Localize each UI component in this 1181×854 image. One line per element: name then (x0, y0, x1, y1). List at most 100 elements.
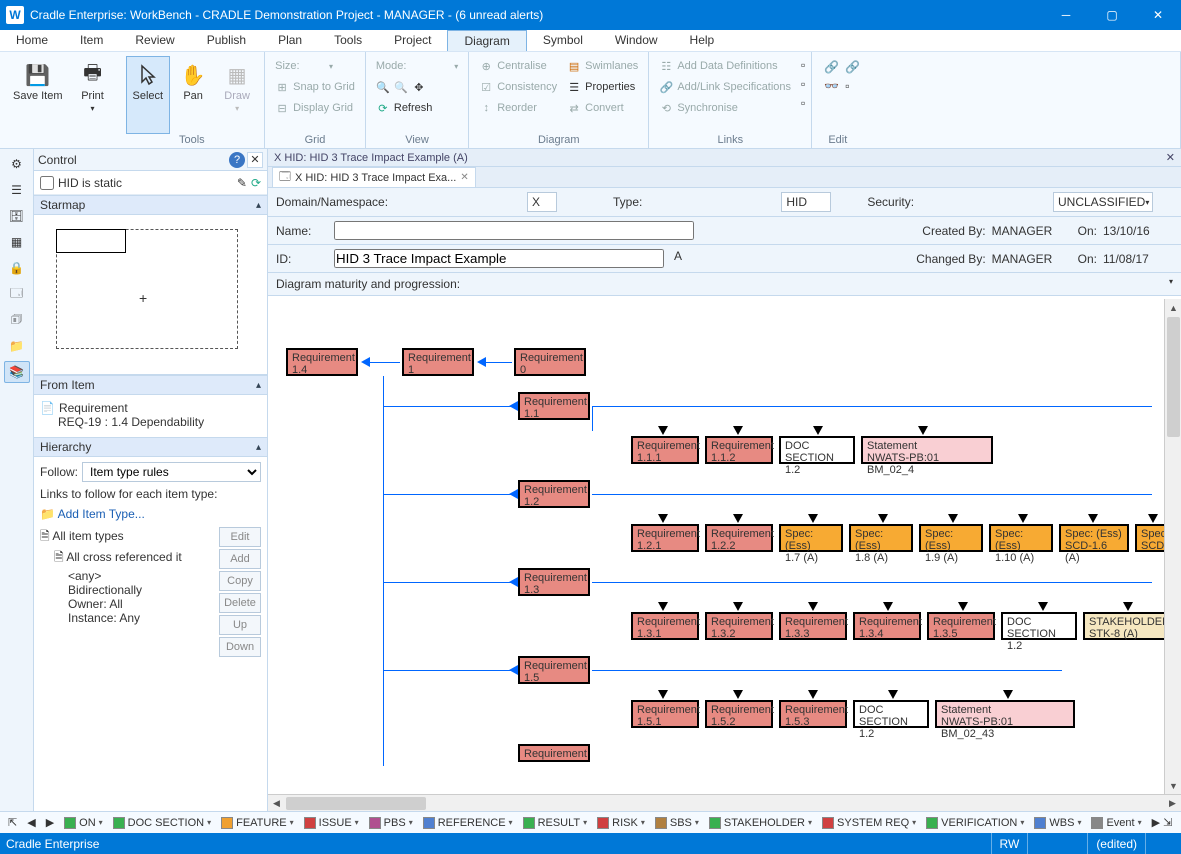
starmap-viewport[interactable] (56, 229, 126, 253)
diagram-node[interactable]: DOC SECTION1.2 (853, 700, 929, 728)
minimize-button[interactable]: ─ (1043, 0, 1089, 30)
centralise-button[interactable]: ⊕Centralise (475, 56, 561, 76)
copy-button[interactable]: Copy (219, 571, 261, 591)
grid-view-icon[interactable]: ▦ (4, 231, 30, 253)
add-data-button[interactable]: ☷Add Data Definitions (655, 56, 795, 76)
binoculars-icon[interactable]: 👓 (824, 79, 839, 93)
diagram-node[interactable]: Requirement1.3.4 (853, 612, 921, 640)
diagram-node[interactable]: Requirement1.3 (518, 568, 590, 596)
name-field[interactable] (334, 221, 694, 240)
menu-review[interactable]: Review (119, 30, 190, 51)
id-field[interactable] (334, 249, 664, 268)
menu-help[interactable]: Help (674, 30, 731, 51)
diagram-node[interactable]: DOC SECTION1.2 (779, 436, 855, 464)
help-icon[interactable]: ? (229, 152, 245, 168)
maturity-chevron-icon[interactable]: ▾ (1169, 277, 1173, 291)
diagram-node[interactable]: Requirement1.3.3 (779, 612, 847, 640)
close-breadcrumb-icon[interactable]: ✕ (1166, 151, 1175, 164)
add-link-button[interactable]: 🔗Add/Link Specifications (655, 77, 795, 97)
zoom-out-icon[interactable]: 🔍 (394, 80, 408, 94)
add-item-type-link[interactable]: Add Item Type... (58, 507, 145, 521)
refresh-button[interactable]: ⟳Refresh (372, 98, 462, 118)
diagram-node[interactable]: Requirement1.5.2 (705, 700, 773, 728)
save-item-button[interactable]: 💾 Save Item (6, 56, 70, 134)
scroll-right-icon[interactable]: ▶ (1164, 795, 1181, 812)
add-button[interactable]: Add (219, 549, 261, 569)
from-item-header[interactable]: From Item ▴ (34, 375, 267, 395)
synchronise-button[interactable]: ⟲Synchronise (655, 98, 795, 118)
filter-event[interactable]: Event ▾ (1087, 817, 1145, 829)
diagram-node[interactable]: StatementNWATS-PB:01 BM_02_4 (861, 436, 993, 464)
diagram-node[interactable]: Requirement1.4 (286, 348, 358, 376)
filter-risk[interactable]: RISK ▾ (593, 817, 649, 829)
select-button[interactable]: Select (126, 56, 171, 134)
diagram-node[interactable]: StatementNWATS-PB:01 BM_02_43 (935, 700, 1075, 728)
diagram-node[interactable]: Requirement1.5.1 (631, 700, 699, 728)
menu-home[interactable]: Home (0, 30, 64, 51)
diagram-node[interactable]: STAKEHOLDERSTK-8 (A) (1083, 612, 1169, 640)
starmap-panel[interactable]: + (34, 215, 267, 375)
starmap-header[interactable]: Starmap ▴ (34, 195, 267, 215)
properties-button[interactable]: ☰Properties (563, 77, 642, 97)
close-button[interactable]: ✕ (1135, 0, 1181, 30)
link-extra-icon-2[interactable]: ▫ (801, 77, 805, 95)
menu-symbol[interactable]: Symbol (527, 30, 599, 51)
item-type-tree[interactable]: 🗎 All item types 🗎 All cross referenced … (40, 527, 215, 657)
diagram-node[interactable]: Spec: (Ess)SCD-1.6 (A) (1059, 524, 1129, 552)
library-icon[interactable]: 📚 (4, 361, 30, 383)
menu-diagram[interactable]: Diagram (447, 30, 526, 51)
close-panel-icon[interactable]: ✕ (247, 152, 263, 168)
filter-reference[interactable]: REFERENCE ▾ (419, 817, 517, 829)
menu-tools[interactable]: Tools (318, 30, 378, 51)
scroll-down-icon[interactable]: ▼ (1165, 777, 1181, 794)
diagram-node[interactable]: DOC SECTION1.2 (1001, 612, 1077, 640)
mode-dropdown[interactable]: Mode: ▾ (372, 56, 462, 76)
diagram-canvas[interactable]: Requirement1.4 Requirement1 Requirement0 Re… (268, 296, 1181, 794)
down-button[interactable]: Down (219, 637, 261, 657)
diagram-node[interactable]: Requirement1.2.2 (705, 524, 773, 552)
edit-icon-2[interactable]: 🔗 (845, 60, 860, 74)
convert-button[interactable]: ⇄Convert (563, 98, 642, 118)
hid-static-checkbox[interactable] (40, 176, 54, 190)
draw-button[interactable]: ▦ Draw▾ (216, 56, 258, 134)
play-icon[interactable]: ▶ (42, 816, 58, 829)
filter-result[interactable]: RESULT ▾ (519, 817, 592, 829)
filter-doc-section[interactable]: DOC SECTION ▾ (109, 817, 215, 829)
gear-icon[interactable]: ⚙ (4, 153, 30, 175)
menu-project[interactable]: Project (378, 30, 447, 51)
security-field[interactable]: UNCLASSIFIED▾ (1053, 192, 1153, 212)
filter-issue[interactable]: ISSUE ▾ (300, 817, 363, 829)
print-button[interactable]: 🖶 Print▾ (72, 56, 114, 134)
scroll-left-icon[interactable]: ◀ (268, 795, 285, 812)
move-icon[interactable]: ✥ (412, 80, 426, 94)
diagram-node[interactable]: Requirement1.1.2 (705, 436, 773, 464)
vscroll-thumb[interactable] (1167, 317, 1180, 437)
filter-feature[interactable]: FEATURE ▾ (217, 817, 298, 829)
diagram-node[interactable]: Requirement (518, 744, 590, 762)
diagram-node[interactable]: Requirement0 (514, 348, 586, 376)
tab-close-icon[interactable]: ✕ (460, 172, 468, 183)
diagram-node[interactable]: Requirement1.1 (518, 392, 590, 420)
scroll-up-icon[interactable]: ▲ (1165, 299, 1181, 316)
swimlanes-button[interactable]: ▤Swimlanes (563, 56, 642, 76)
window-icon[interactable]: 🗔 (4, 283, 30, 305)
display-grid-button[interactable]: ⊟Display Grid (271, 98, 359, 118)
db-icon[interactable]: 🗄 (4, 205, 30, 227)
type-field[interactable]: HID (781, 192, 831, 212)
menu-plan[interactable]: Plan (262, 30, 318, 51)
edit-mini-icon[interactable]: ✎ (237, 176, 247, 190)
pan-button[interactable]: ✋ Pan (172, 56, 214, 134)
diagram-node[interactable]: Requirement1.3.5 (927, 612, 995, 640)
folder-add-icon[interactable]: 📁 (40, 507, 55, 521)
menu-item[interactable]: Item (64, 30, 119, 51)
filter-stakeholder[interactable]: STAKEHOLDER ▾ (705, 817, 816, 829)
diagram-node[interactable]: Requirement1 (402, 348, 474, 376)
follow-select[interactable]: Item type rules (82, 462, 261, 482)
consistency-button[interactable]: ☑Consistency (475, 77, 561, 97)
list-icon[interactable]: ☰ (4, 179, 30, 201)
menu-publish[interactable]: Publish (191, 30, 262, 51)
refresh-mini-icon[interactable]: ⟳ (251, 176, 261, 190)
edit-icon-1[interactable]: 🔗 (824, 60, 839, 74)
lock-icon[interactable]: 🔒 (4, 257, 30, 279)
menu-window[interactable]: Window (599, 30, 674, 51)
